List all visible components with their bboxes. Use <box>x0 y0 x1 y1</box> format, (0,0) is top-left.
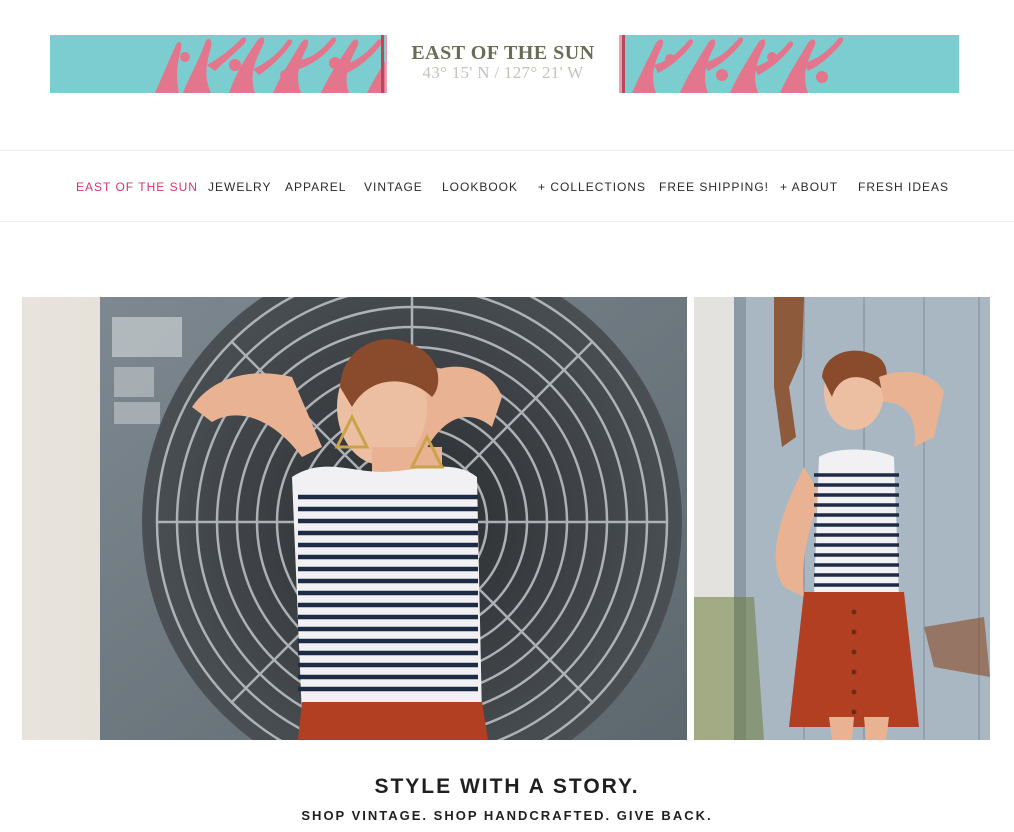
nav-item-apparel[interactable]: APPAREL <box>285 180 346 194</box>
nav-item-vintage[interactable]: VINTAGE <box>364 180 423 194</box>
hero-photo-main-image <box>22 297 687 740</box>
banner-stripe <box>622 35 625 93</box>
banner-logo[interactable]: EAST OF THE SUN 43° 15' N / 127° 21' W <box>387 35 619 93</box>
banner-stripe <box>619 35 621 93</box>
hero-subtagline: SHOP VINTAGE. SHOP HANDCRAFTED. GIVE BAC… <box>301 808 713 823</box>
banner-stripe <box>381 35 384 93</box>
site-coordinates: 43° 15' N / 127° 21' W <box>422 63 584 82</box>
hero-photo-side-image <box>694 297 990 740</box>
main-nav: EAST OF THE SUN JEWELRY APPAREL VINTAGE … <box>0 150 1014 222</box>
site-banner[interactable]: EAST OF THE SUN 43° 15' N / 127° 21' W <box>50 35 959 93</box>
nav-item-jewelry[interactable]: JEWELRY <box>208 180 271 194</box>
hero-photo-main[interactable] <box>22 297 687 740</box>
hero-photo-side[interactable] <box>694 297 990 740</box>
nav-item-east-of-the-sun[interactable]: EAST OF THE SUN <box>76 180 198 194</box>
coral-illustration-right <box>632 37 844 93</box>
nav-item-fresh-ideas[interactable]: FRESH IDEAS <box>858 180 949 194</box>
nav-item-about[interactable]: + ABOUT <box>780 180 838 194</box>
site-title: EAST OF THE SUN <box>411 42 595 64</box>
nav-item-collections[interactable]: + COLLECTIONS <box>538 180 646 194</box>
hero-tagline: STYLE WITH A STORY. <box>374 775 640 798</box>
nav-item-free-shipping[interactable]: FREE SHIPPING! <box>659 180 769 194</box>
nav-item-lookbook[interactable]: LOOKBOOK <box>442 180 518 194</box>
